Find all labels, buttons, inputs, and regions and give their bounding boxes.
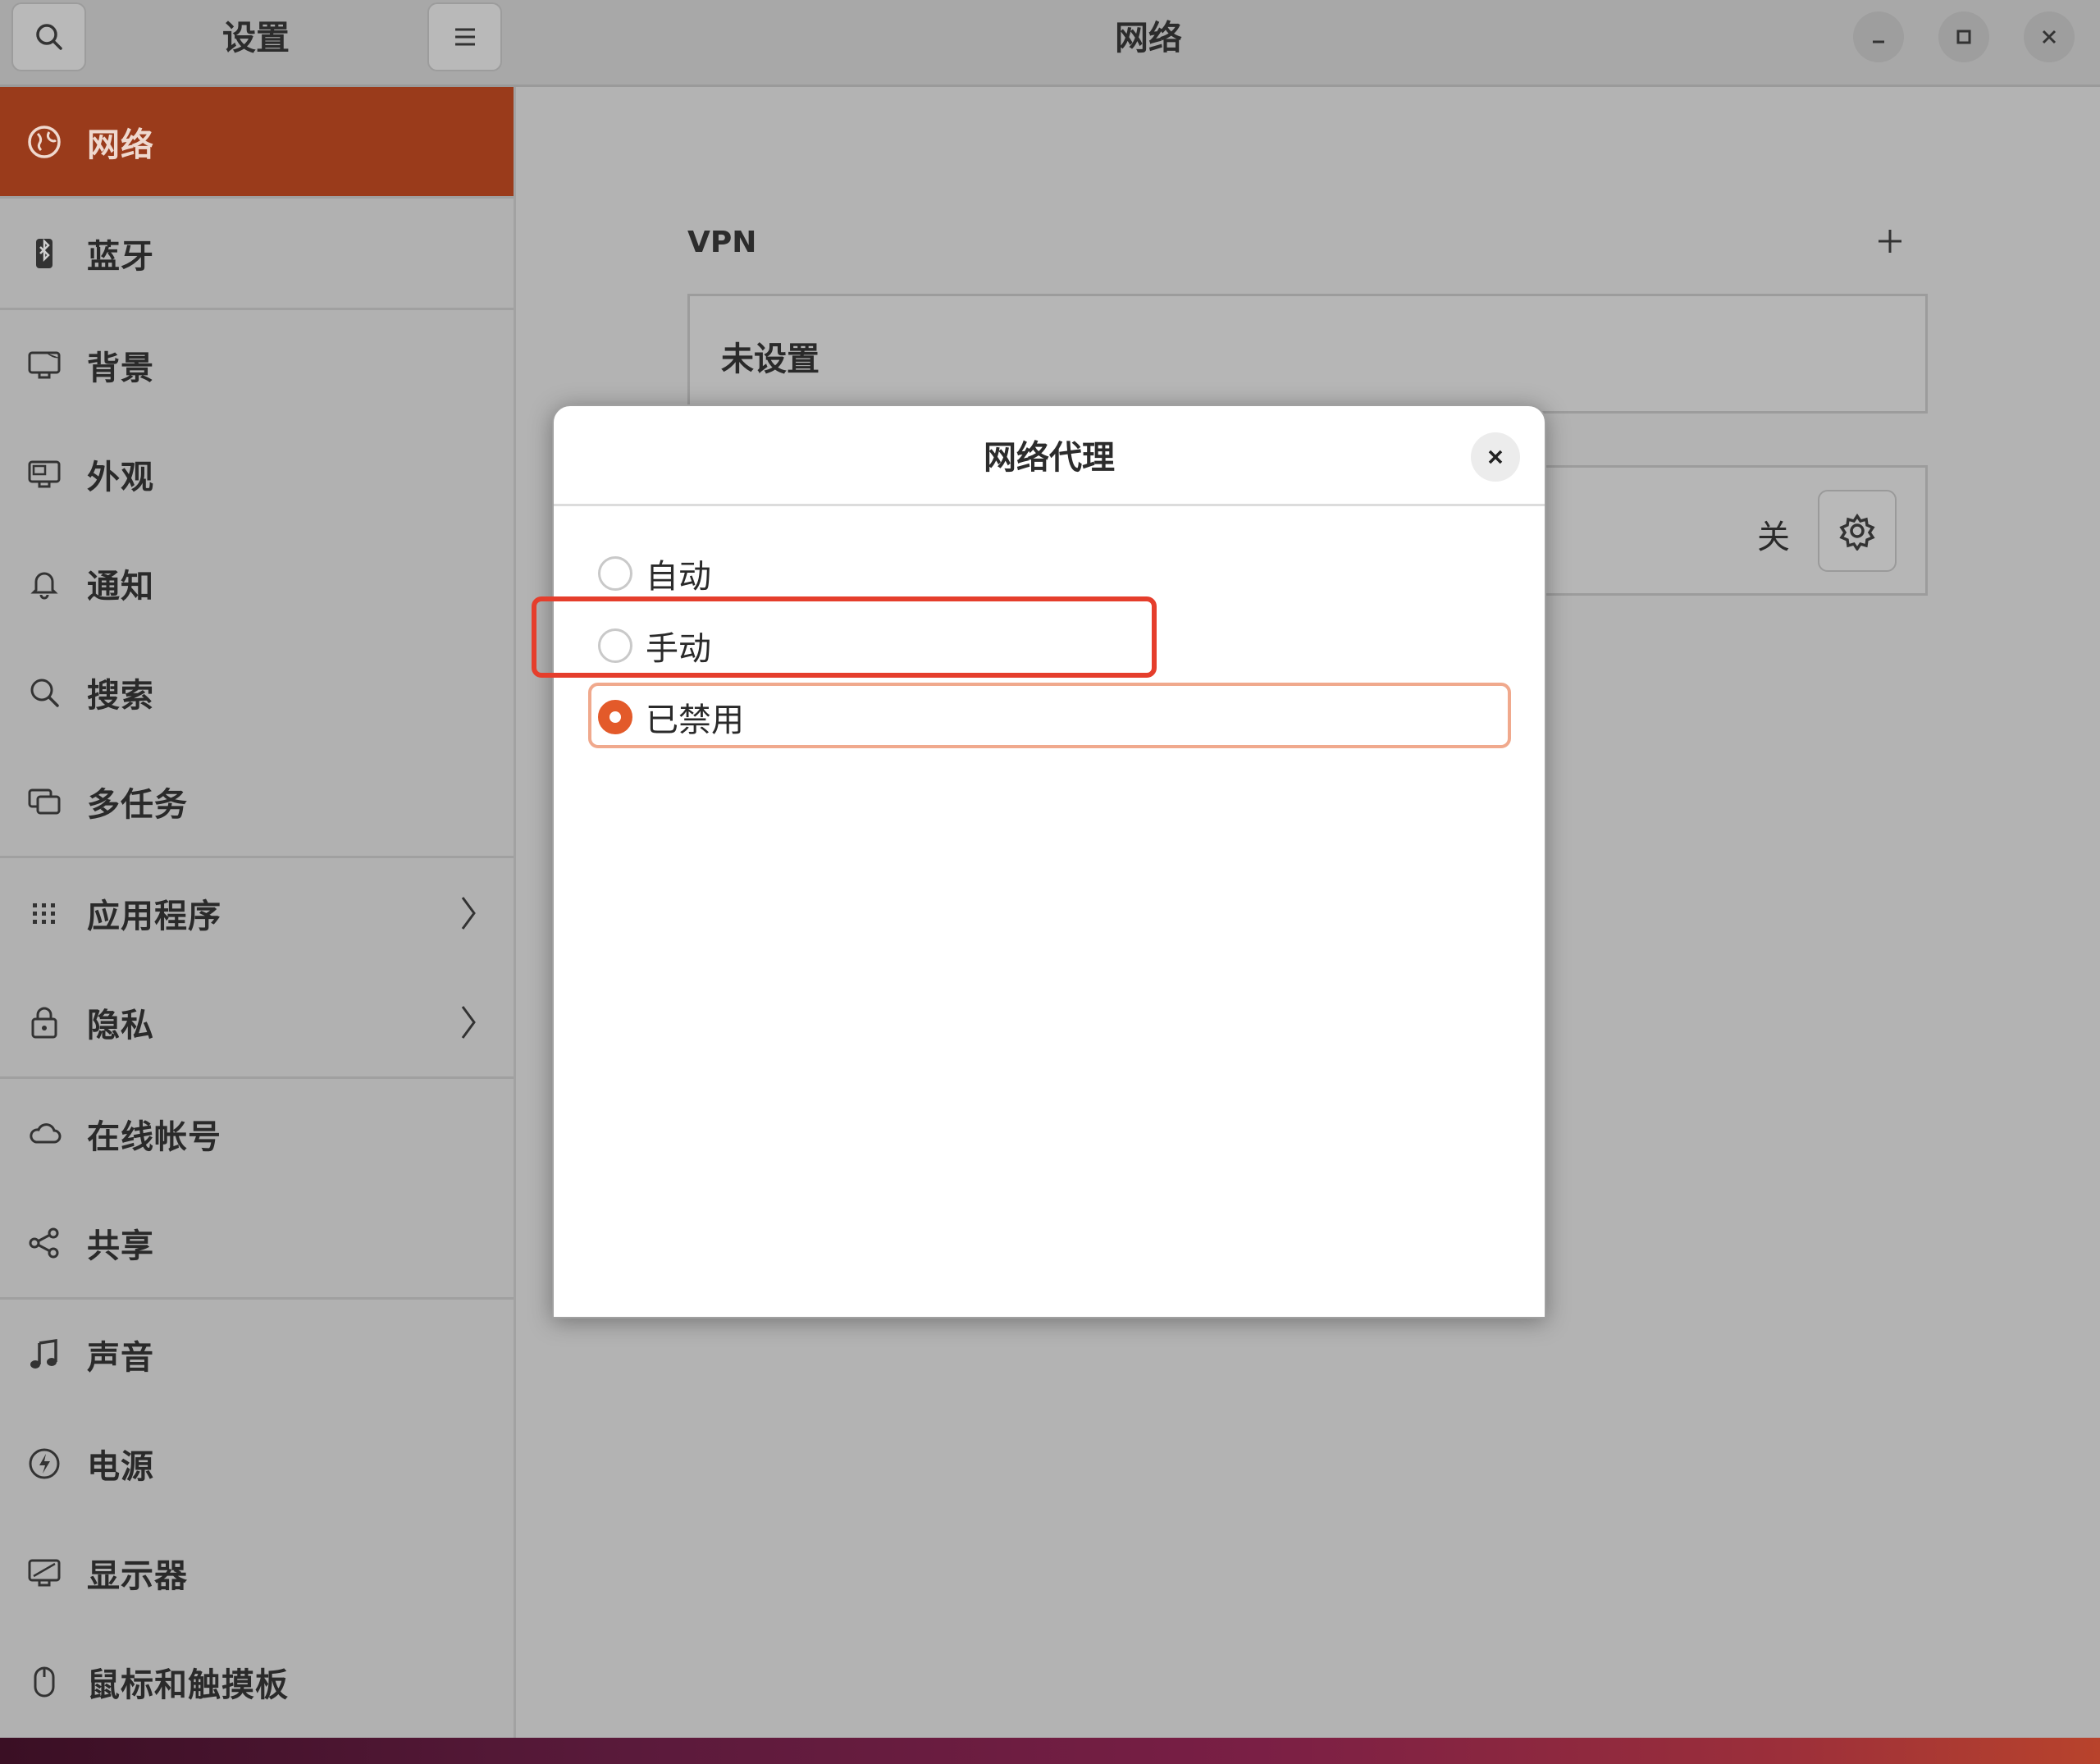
maximize-icon <box>1956 30 1971 44</box>
search-icon <box>25 673 64 712</box>
radio-auto[interactable]: 自动 <box>598 542 711 605</box>
sidebar-item-online-accounts[interactable]: 在线帐号 <box>0 1079 514 1188</box>
vpn-section-title: VPN <box>687 226 757 259</box>
radio-label: 已禁用 <box>646 701 744 739</box>
proxy-settings-button[interactable] <box>1818 490 1897 572</box>
sidebar-item-applications[interactable]: 应用程序 <box>0 858 514 967</box>
sidebar: 设置 网络 蓝牙 背景 外观 通知 搜索 多任务 应用程序 隐私 在线帐号 共享… <box>0 0 516 1738</box>
music-note-icon <box>25 1335 64 1374</box>
sidebar-item-appearance[interactable]: 外观 <box>0 419 514 528</box>
add-vpn-button[interactable] <box>1867 218 1913 264</box>
sidebar-title: 设置 <box>222 18 290 57</box>
dialog-header: 网络代理 <box>554 406 1545 506</box>
sidebar-item-label: 通知 <box>87 567 154 606</box>
close-icon <box>1488 450 1503 464</box>
mouse-icon <box>25 1662 64 1702</box>
sidebar-item-displays[interactable]: 显示器 <box>0 1518 514 1627</box>
sidebar-item-multitasking[interactable]: 多任务 <box>0 747 514 856</box>
close-icon <box>2042 30 2057 44</box>
sidebar-item-network[interactable]: 网络 <box>0 87 514 196</box>
sidebar-item-label: 隐私 <box>87 1006 154 1044</box>
sidebar-item-background[interactable]: 背景 <box>0 310 514 419</box>
radio-label: 自动 <box>646 558 711 596</box>
chevron-right-icon <box>461 1005 476 1039</box>
sidebar-item-bluetooth[interactable]: 蓝牙 <box>0 199 514 308</box>
bluetooth-icon <box>25 234 64 273</box>
page-title: 网络 <box>1115 18 1182 57</box>
dialog-title: 网络代理 <box>984 439 1115 477</box>
proxy-state-label: 关 <box>1757 519 1790 556</box>
cloud-icon <box>25 1114 64 1154</box>
globe-icon <box>25 122 64 162</box>
sidebar-item-label: 搜索 <box>87 676 154 715</box>
search-icon <box>35 24 62 50</box>
sidebar-item-label: 网络 <box>87 126 154 164</box>
multitask-icon <box>25 782 64 821</box>
share-icon <box>25 1223 64 1263</box>
vpn-list: 未设置 <box>687 294 1928 414</box>
radio-button-checked[interactable] <box>598 700 632 734</box>
sidebar-item-sound[interactable]: 声音 <box>0 1300 514 1409</box>
power-icon <box>25 1444 64 1483</box>
sidebar-item-label: 鼠标和触摸板 <box>87 1666 289 1704</box>
sidebar-item-notifications[interactable]: 通知 <box>0 528 514 638</box>
vpn-empty-label: 未设置 <box>721 340 819 378</box>
settings-window: 设置 网络 蓝牙 背景 外观 通知 搜索 多任务 应用程序 隐私 在线帐号 共享… <box>0 0 2100 1738</box>
sidebar-item-label: 应用程序 <box>87 897 221 935</box>
sidebar-item-label: 在线帐号 <box>87 1117 221 1156</box>
minimize-icon <box>1873 40 1884 43</box>
sidebar-item-search[interactable]: 搜索 <box>0 638 514 747</box>
highlight-annotation <box>532 596 1157 678</box>
radio-disabled[interactable]: 已禁用 <box>598 686 744 748</box>
sidebar-item-label: 电源 <box>87 1447 154 1486</box>
minimize-button[interactable] <box>1853 11 1904 62</box>
display-icon <box>25 1553 64 1593</box>
appearance-icon <box>25 455 64 494</box>
hamburger-icon <box>454 28 475 46</box>
sidebar-item-label: 共享 <box>87 1227 154 1265</box>
close-window-button[interactable] <box>2024 11 2075 62</box>
chevron-right-icon <box>461 896 476 930</box>
sidebar-item-sharing[interactable]: 共享 <box>0 1188 514 1297</box>
sidebar-item-label: 声音 <box>87 1338 154 1377</box>
menu-button[interactable] <box>427 2 502 71</box>
sidebar-item-label: 背景 <box>87 349 154 387</box>
maximize-button[interactable] <box>1938 11 1989 62</box>
sidebar-item-label: 蓝牙 <box>87 237 154 276</box>
search-button[interactable] <box>11 2 86 71</box>
apps-grid-icon <box>25 893 64 933</box>
lock-icon <box>25 1003 64 1042</box>
sidebar-item-mouse-touchpad[interactable]: 鼠标和触摸板 <box>0 1627 514 1736</box>
sidebar-item-label: 外观 <box>87 458 154 496</box>
sidebar-item-label: 显示器 <box>87 1556 188 1595</box>
gear-icon <box>1839 513 1875 551</box>
sidebar-nav: 网络 蓝牙 背景 外观 通知 搜索 多任务 应用程序 隐私 在线帐号 共享 声音… <box>0 87 514 1736</box>
plus-icon <box>1879 230 1901 253</box>
radio-button[interactable] <box>598 556 632 591</box>
sidebar-item-privacy[interactable]: 隐私 <box>0 967 514 1076</box>
background-icon <box>25 345 64 385</box>
dialog-close-button[interactable] <box>1471 432 1520 482</box>
desktop-background <box>0 1738 2100 1764</box>
bell-icon <box>25 564 64 603</box>
sidebar-item-label: 多任务 <box>87 785 188 824</box>
sidebar-item-power[interactable]: 电源 <box>0 1409 514 1518</box>
sidebar-header: 设置 <box>0 0 516 87</box>
